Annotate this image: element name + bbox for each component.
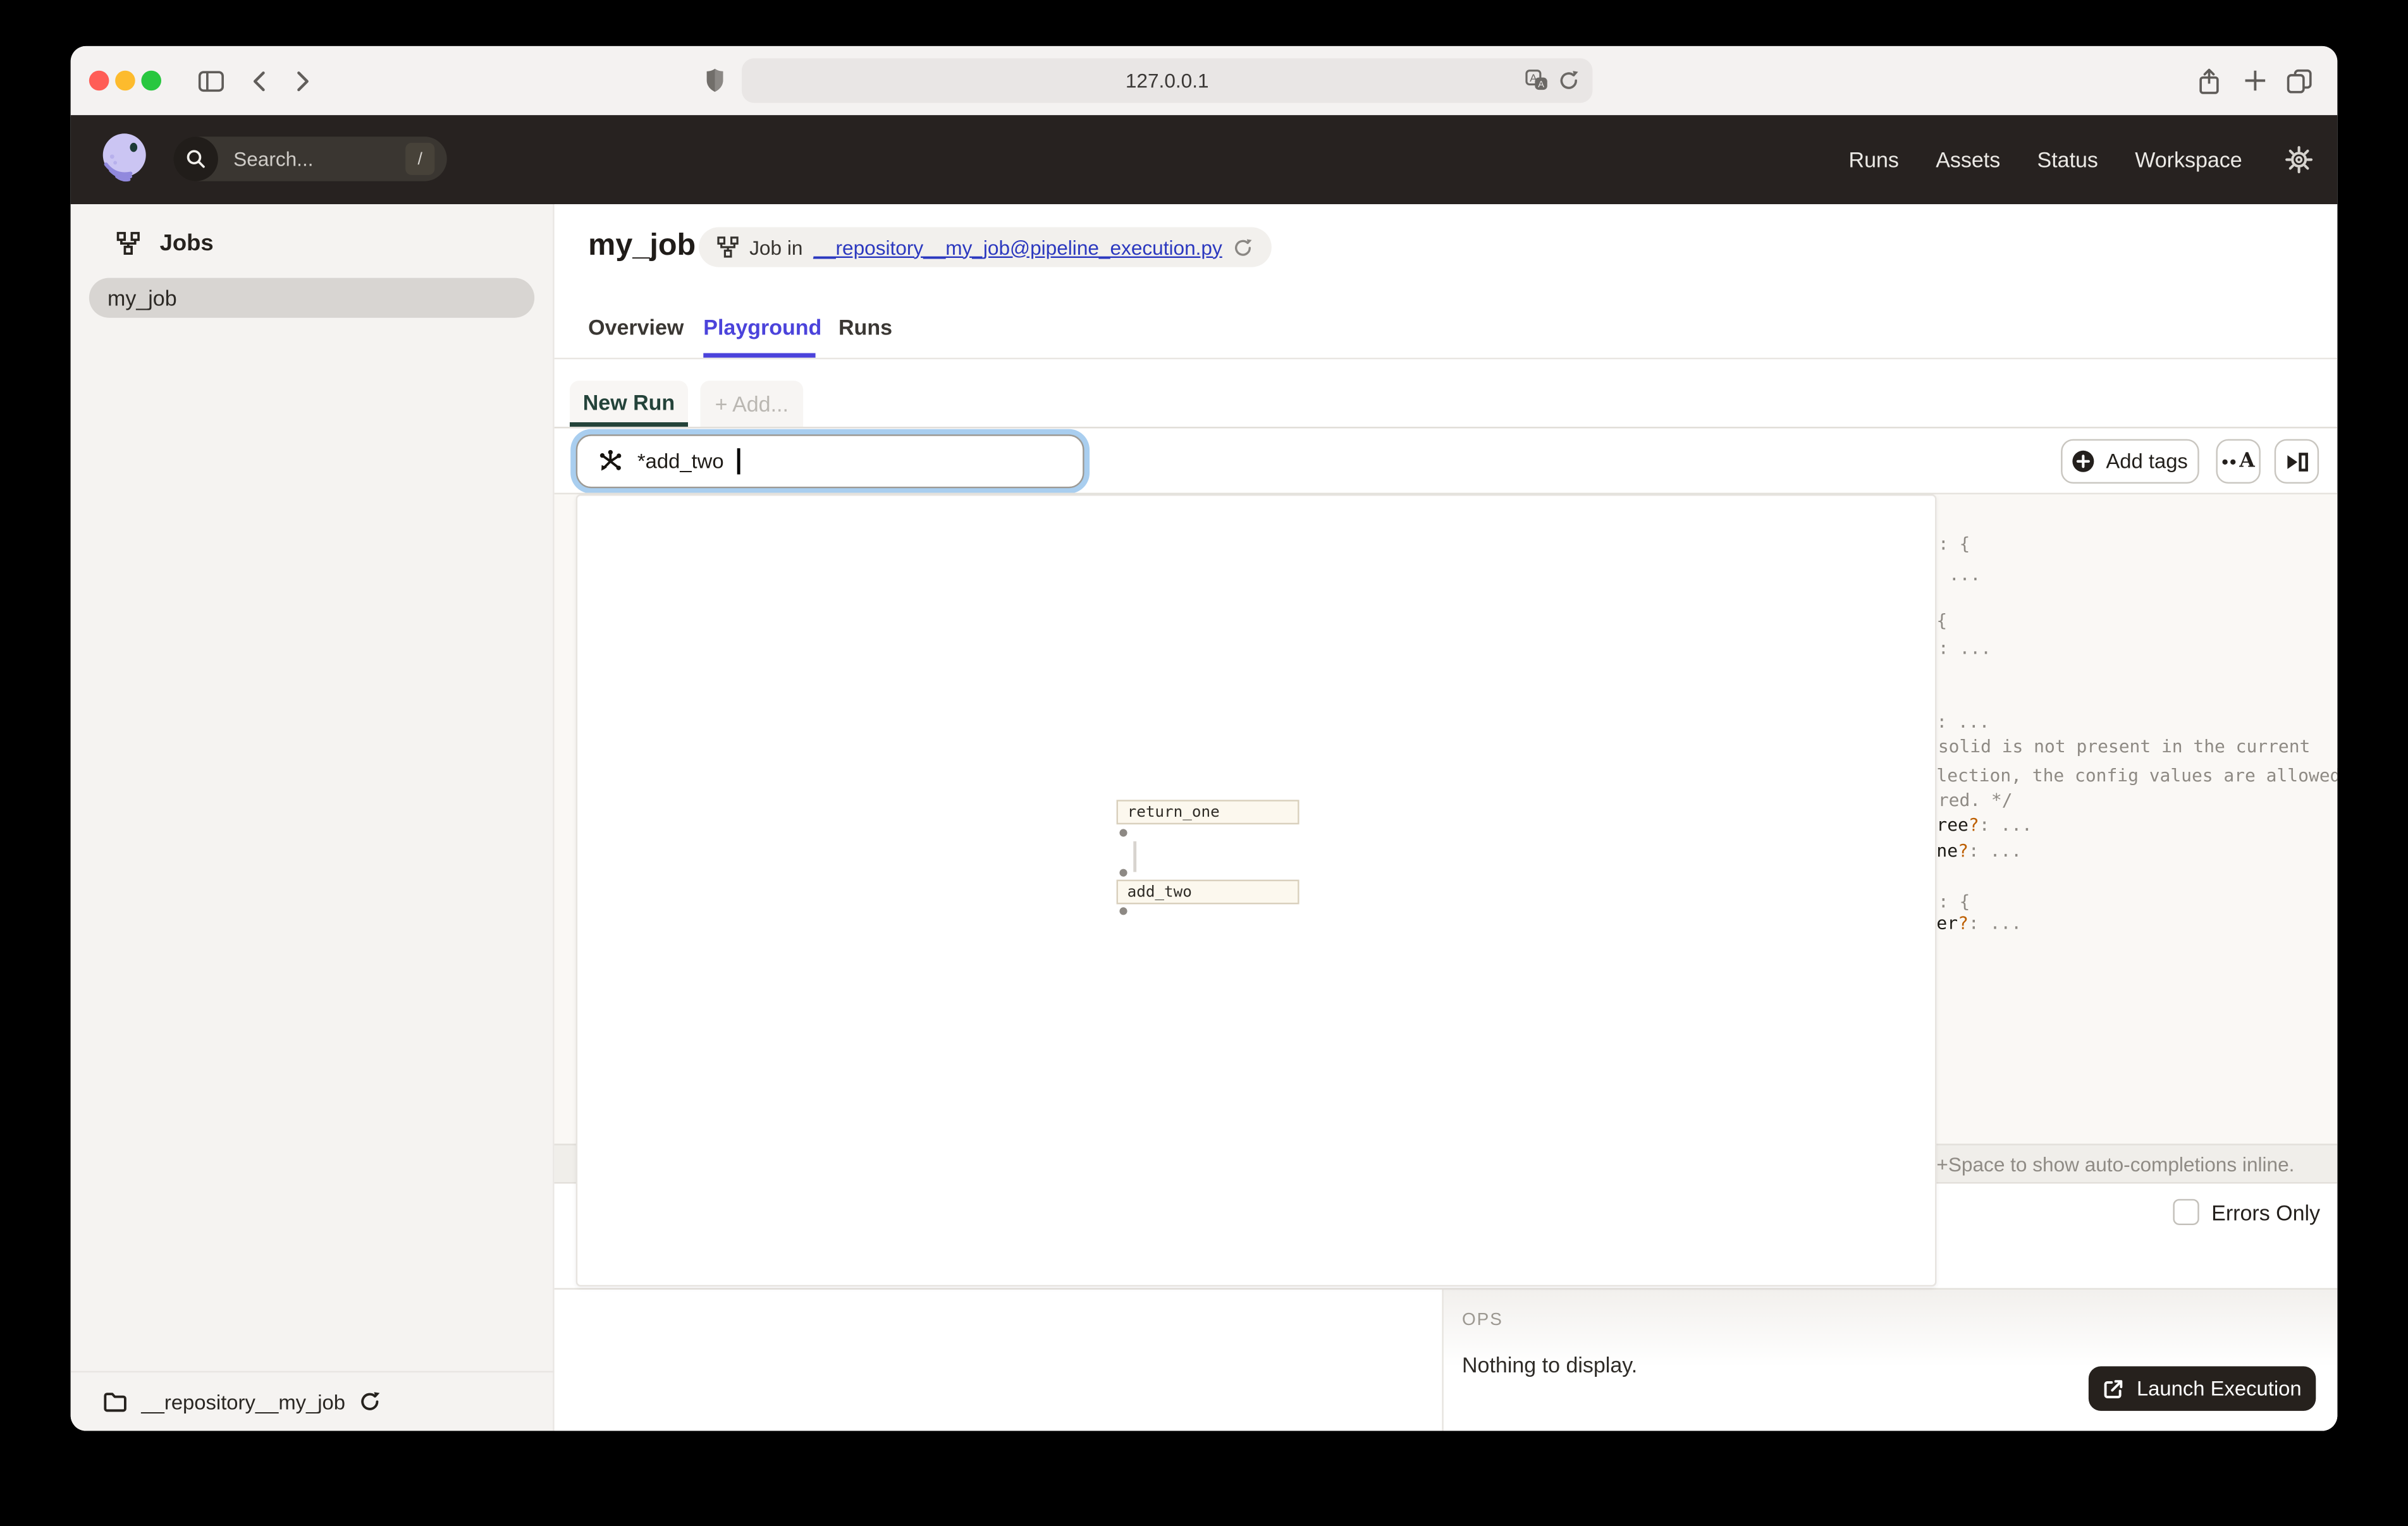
run-tab-divider (554, 427, 2338, 429)
plus-circle-icon (2072, 450, 2095, 473)
config-code-line: red. */ (1938, 789, 2013, 811)
config-code-line: ree?: ... (1936, 814, 2032, 836)
jobs-sidebar: Jobs my_job __repository__my_job (70, 204, 555, 1431)
nav-runs[interactable]: Runs (1849, 147, 1899, 172)
input-dot (1119, 869, 1127, 877)
sidebar-item-my-job[interactable]: my_job (89, 278, 535, 318)
search-placeholder: Search... (233, 147, 314, 171)
tab-runs[interactable]: Runs (838, 315, 892, 339)
config-code-line: ne?: ... (1936, 839, 2022, 862)
jobs-icon (116, 231, 140, 255)
expand-panel-button[interactable] (2274, 439, 2319, 484)
external-link-icon (2103, 1378, 2125, 1400)
ops-panel-title: OPS (1461, 1310, 1503, 1330)
graph-node-add-two[interactable]: add_two (1116, 879, 1299, 905)
launch-execution-label: Launch Execution (2136, 1377, 2302, 1400)
run-tab-new-run[interactable]: New Run (569, 381, 688, 427)
back-button[interactable] (243, 46, 274, 115)
graph-node-return-one[interactable]: return_one (1116, 800, 1299, 825)
jobs-section-title: Jobs (159, 230, 214, 257)
close-window-button[interactable] (89, 70, 109, 91)
tab-divider (554, 357, 2338, 360)
config-code-line: : { (1938, 890, 1970, 912)
autocomplete-icon: •• (2221, 450, 2238, 472)
content: Jobs my_job __repository__my_job my_job … (70, 204, 2338, 1431)
nav-status[interactable]: Status (2037, 147, 2098, 172)
graph-edge (1133, 841, 1136, 872)
config-code-line: solid is not present in the current (1938, 735, 2311, 757)
reload-icon[interactable] (1557, 69, 1580, 92)
search-input[interactable]: Search... / (173, 137, 447, 181)
expand-panel-icon (2287, 451, 2308, 471)
run-tab-add[interactable]: + Add... (700, 381, 804, 427)
hint-bar-text: +Space to show auto-completions inline. (1936, 1152, 2295, 1176)
tab-overview-icon[interactable] (2283, 46, 2314, 115)
job-pill-prefix: Job in (749, 235, 803, 259)
reload-job-icon[interactable] (1233, 237, 1253, 257)
zoom-window-button[interactable] (141, 70, 161, 91)
job-source-pill: Job in __repository__my_job@pipeline_exe… (698, 227, 1272, 267)
tab-overview[interactable]: Overview (588, 315, 684, 339)
config-code-line: : { (1938, 532, 1970, 554)
output-dot (1119, 829, 1127, 837)
search-shortcut-key: / (405, 142, 435, 175)
nav-assets[interactable]: Assets (1936, 147, 2000, 172)
config-code-line: er?: ... (1936, 912, 2022, 934)
active-tab-underline (703, 353, 816, 358)
screen: 127.0.0.1 AA Search... / Runs Assets Sta… (0, 0, 2408, 1526)
add-tags-label: Add tags (2106, 449, 2188, 473)
errors-only-control: Errors Only (2173, 1199, 2320, 1225)
minimize-window-button[interactable] (115, 70, 135, 91)
launch-execution-button[interactable]: Launch Execution (2088, 1366, 2316, 1411)
translate-icon[interactable]: AA (1525, 69, 1550, 92)
tab-playground[interactable]: Playground (703, 315, 821, 339)
folder-icon (103, 1391, 128, 1412)
job-pipeline-link[interactable]: __repository__my_job@pipeline_execution.… (813, 236, 1222, 259)
dagster-logo[interactable] (97, 130, 152, 185)
config-code-line: : ... (1938, 637, 1991, 659)
output-dot (1119, 907, 1127, 915)
op-selector-input[interactable]: *add_two (575, 434, 1084, 489)
sidebar-toggle-icon[interactable] (190, 46, 230, 115)
text-cursor (737, 448, 740, 475)
reload-repository-icon[interactable] (359, 1391, 381, 1412)
nav-workspace[interactable]: Workspace (2135, 147, 2242, 172)
forward-button[interactable] (287, 46, 318, 115)
privacy-shield-icon[interactable] (699, 46, 730, 115)
job-icon (717, 236, 739, 258)
repository-name: __repository__my_job (141, 1390, 346, 1413)
repository-footer[interactable]: __repository__my_job (70, 1370, 555, 1431)
errors-only-label: Errors Only (2211, 1199, 2321, 1224)
app-header: Search... / Runs Assets Status Workspace (70, 115, 2338, 204)
safari-window: 127.0.0.1 AA Search... / Runs Assets Sta… (70, 46, 2338, 1431)
config-code-line: { (1936, 609, 1948, 632)
address-bar[interactable]: 127.0.0.1 AA (741, 58, 1593, 103)
op-selector-value: *add_two (637, 449, 724, 473)
config-code-line: : ... (1936, 711, 1990, 733)
header-nav: Runs Assets Status Workspace (1849, 115, 2313, 204)
main-panel: my_job Job in __repository__my_job@pipel… (554, 204, 2338, 1431)
page-title: my_job (588, 228, 696, 263)
op-graph-popover: return_one add_two (575, 494, 1937, 1287)
op-selector-icon (598, 448, 624, 474)
gear-icon[interactable] (2285, 146, 2313, 174)
ops-panel-empty-message: Nothing to display. (1461, 1352, 1638, 1377)
jobs-section-header: Jobs (116, 230, 214, 257)
config-code-line: lection, the config values are allowed (1936, 764, 2338, 786)
url-text: 127.0.0.1 (1125, 69, 1209, 92)
share-icon[interactable] (2193, 46, 2224, 115)
config-code-line: ... (1948, 563, 1981, 585)
add-tags-button[interactable]: Add tags (2061, 439, 2199, 484)
svg-text:A: A (1538, 80, 1544, 90)
browser-chrome: 127.0.0.1 AA (70, 46, 2338, 117)
search-icon (173, 137, 218, 181)
errors-only-checkbox[interactable] (2173, 1199, 2199, 1225)
new-tab-icon[interactable] (2239, 46, 2270, 115)
autocomplete-button[interactable]: •• A (2216, 439, 2261, 484)
